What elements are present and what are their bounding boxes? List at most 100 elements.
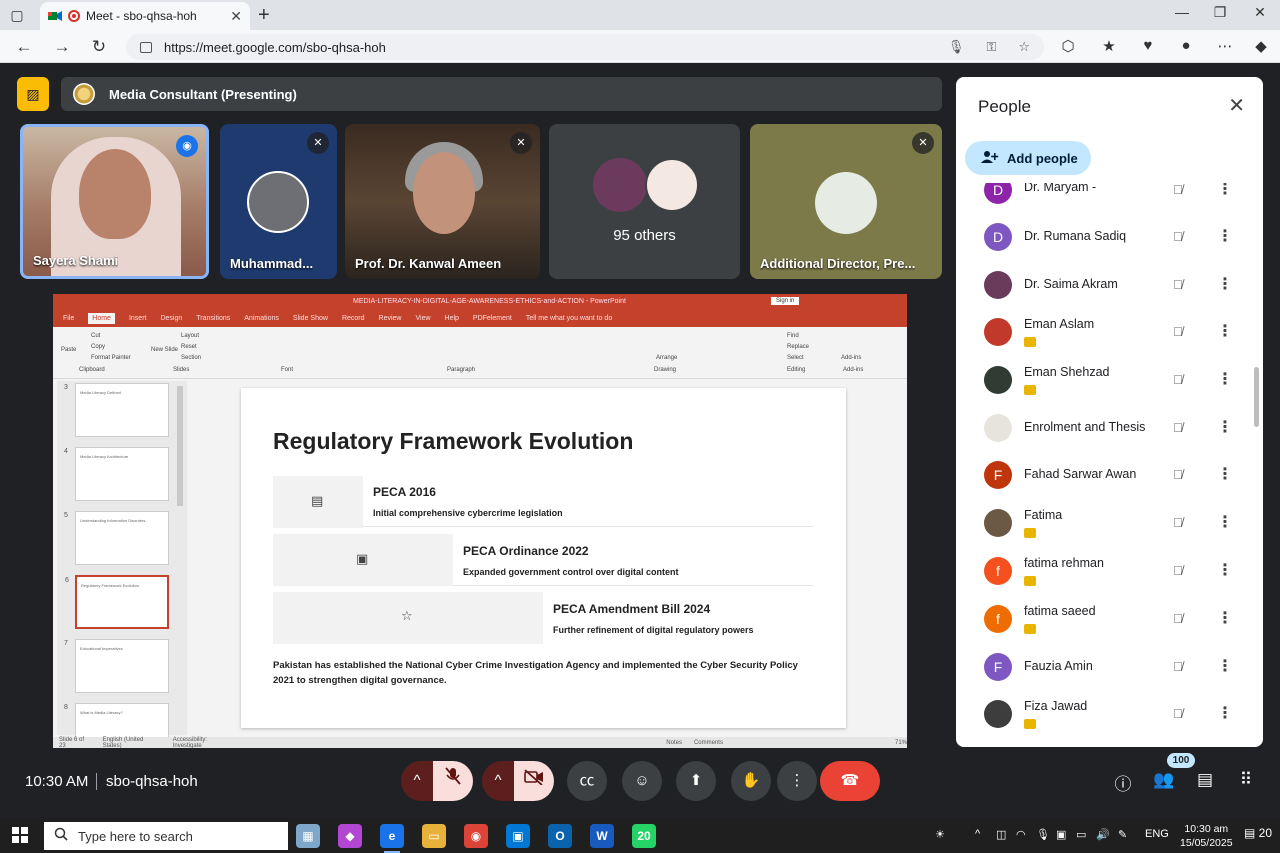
list-item[interactable]: Eman Aslam 🎙̸ ⋮ [956, 309, 1246, 356]
mic-toggle-button[interactable] [433, 761, 473, 801]
people-scrollbar[interactable] [1254, 367, 1259, 427]
chevron-up-icon[interactable]: ^ [975, 828, 980, 840]
audio-settings-button[interactable]: ^ [401, 761, 433, 801]
more-options-icon[interactable]: ⋮ [1217, 369, 1233, 389]
present-button[interactable]: ⬆ [676, 761, 716, 801]
microphone-icon[interactable]: 🎙 [948, 39, 965, 55]
status-slide: Slide 6 of 23 [59, 736, 85, 749]
more-options-icon[interactable]: ⋮ [1217, 608, 1233, 628]
battery-icon[interactable]: ▭ [1076, 828, 1086, 841]
back-icon[interactable]: ← [13, 36, 35, 58]
reactions-button[interactable]: ☺ [622, 761, 662, 801]
list-item[interactable]: Eman Shehzad 🎙̸ ⋮ [956, 357, 1246, 404]
outlook-app-icon[interactable]: O [548, 824, 572, 848]
more-options-icon[interactable]: ⋮ [1217, 183, 1233, 199]
captions-button[interactable]: ㏄ [567, 761, 607, 801]
ppt-new-slide: New Slide [151, 347, 179, 353]
wifi-icon[interactable]: ◠ [1016, 828, 1026, 841]
present-screen-icon: ⬆ [689, 772, 703, 789]
list-item[interactable]: f fatima rehman 🎙̸ ⋮ [956, 548, 1246, 595]
key-icon[interactable]: ⚿ [986, 39, 996, 55]
more-options-icon[interactable]: ⋮ [1217, 560, 1233, 580]
thumb-number: 7 [64, 640, 68, 647]
edge-app-icon[interactable]: e [380, 824, 404, 853]
pen-icon[interactable]: ✎ [1118, 828, 1127, 841]
others-tile[interactable]: 95 others [549, 124, 740, 279]
list-item[interactable]: D Dr. Rumana Sadiq 🎙̸ ⋮ [956, 214, 1246, 261]
list-item[interactable]: Enrolment and Thesis 🎙̸ ⋮ [956, 405, 1246, 452]
participant-tile[interactable]: ◉ Sayera Shami [20, 124, 209, 279]
raise-hand-button[interactable]: ✋ [731, 761, 771, 801]
slide-thumbnail-selected: 6 Regulatory Framework Evolution [65, 575, 169, 629]
word-app-icon[interactable]: W [590, 824, 614, 848]
extensions-icon[interactable]: ⬡ [1057, 37, 1079, 55]
video-settings-button[interactable]: ^ [482, 761, 514, 801]
stop-presenting-icon[interactable]: ▨ [17, 77, 49, 111]
people-icon[interactable]: 👥 [1151, 770, 1177, 790]
camera-toggle-button[interactable] [514, 761, 554, 801]
activities-icon[interactable]: ⠿ [1233, 770, 1259, 790]
close-tab-icon[interactable]: ✕ [230, 8, 242, 25]
close-panel-icon[interactable]: ✕ [1228, 93, 1245, 118]
address-bar[interactable]: https://meet.google.com/sbo-qhsa-hoh 🎙 ⚿… [126, 34, 1044, 60]
maximize-button[interactable]: ❐ [1200, 4, 1240, 21]
copilot-icon[interactable]: ◆ [1250, 37, 1272, 55]
forward-icon[interactable]: → [51, 36, 73, 58]
list-item[interactable]: D Dr. Maryam - 🎙̸ ⋮ [956, 183, 1246, 214]
chat-icon[interactable]: ▤ [1192, 770, 1218, 790]
site-info-icon[interactable] [140, 41, 152, 53]
favorite-star-icon[interactable]: ☆ [1018, 39, 1030, 55]
mic-tray-icon[interactable]: 🎙 [1036, 828, 1050, 841]
list-item[interactable]: Fiza Jawad 🎙̸ ⋮ [956, 691, 1246, 738]
task-view-icon[interactable]: ▦ [296, 824, 320, 848]
more-options-icon[interactable]: ⋮ [1217, 656, 1233, 676]
list-item[interactable]: Dr. Saima Akram 🎙̸ ⋮ [956, 262, 1246, 309]
camera-tray-icon[interactable]: ▣ [1056, 828, 1066, 841]
close-window-button[interactable]: ✕ [1240, 4, 1280, 21]
participant-tile[interactable]: ✕ Additional Director, Pre... [750, 124, 942, 279]
whatsapp-app-icon[interactable]: 20 [632, 824, 656, 848]
language-indicator[interactable]: ENG [1145, 828, 1169, 840]
more-menu-icon[interactable]: ⋯ [1214, 37, 1236, 55]
more-options-icon[interactable]: ⋮ [1217, 703, 1233, 723]
list-item[interactable]: F Fauzia Amin 🎙̸ ⋮ [956, 644, 1246, 691]
favorites-icon[interactable]: ★ [1098, 37, 1120, 55]
more-options-icon[interactable]: ⋮ [1217, 274, 1233, 294]
weather-icon[interactable]: ☀ [935, 828, 945, 841]
tab-meet[interactable]: Meet - sbo-qhsa-hoh ✕ [40, 2, 250, 30]
participant-tile[interactable]: ✕ Muhammad... [220, 124, 337, 279]
notification-center[interactable]: ▤ 20 [1244, 826, 1272, 840]
url-text[interactable]: https://meet.google.com/sbo-qhsa-hoh [164, 40, 926, 55]
minimize-button[interactable]: — [1162, 4, 1202, 20]
file-explorer-icon[interactable]: ▭ [422, 824, 446, 848]
copilot-app-icon[interactable]: ◆ [338, 824, 362, 848]
mic-off-icon: 🎙̸ [1173, 467, 1183, 482]
store-app-icon[interactable]: ▣ [506, 824, 530, 848]
leave-call-button[interactable]: ☎ [820, 761, 880, 801]
more-options-button[interactable]: ⋮ [777, 761, 817, 801]
meeting-info-icon[interactable]: ⓘ [1110, 770, 1136, 795]
windows-start-icon[interactable] [12, 827, 28, 843]
more-options-icon[interactable]: ⋮ [1217, 417, 1233, 437]
star-icon: ☆ [401, 608, 413, 623]
new-tab-button[interactable]: + [258, 4, 270, 27]
list-item[interactable]: Fatima 🎙̸ ⋮ [956, 500, 1246, 547]
tab-actions-icon[interactable]: ▢ [8, 6, 26, 24]
taskbar-search[interactable]: Type here to search [44, 822, 288, 850]
more-options-icon[interactable]: ⋮ [1217, 464, 1233, 484]
volume-icon[interactable]: 🔊 [1096, 828, 1110, 841]
clock[interactable]: 10:30 am 15/05/2025 [1180, 822, 1233, 850]
list-item[interactable]: F Fahad Sarwar Awan 🎙̸ ⋮ [956, 452, 1246, 499]
chrome-app-icon[interactable]: ◉ [464, 824, 488, 848]
more-options-icon[interactable]: ⋮ [1217, 321, 1233, 341]
recording-icon [68, 10, 80, 22]
participant-tile[interactable]: ✕ Prof. Dr. Kanwal Ameen [345, 124, 540, 279]
add-people-button[interactable]: Add people [965, 141, 1091, 175]
more-options-icon[interactable]: ⋮ [1217, 512, 1233, 532]
more-options-icon[interactable]: ⋮ [1217, 226, 1233, 246]
profile-avatar[interactable]: ● [1175, 37, 1197, 54]
browser-essentials-icon[interactable]: ♥ [1137, 37, 1159, 54]
list-item[interactable]: f fatima saeed 🎙̸ ⋮ [956, 596, 1246, 643]
reload-icon[interactable]: ↻ [88, 36, 110, 58]
network-icon[interactable]: ◫ [996, 828, 1006, 841]
